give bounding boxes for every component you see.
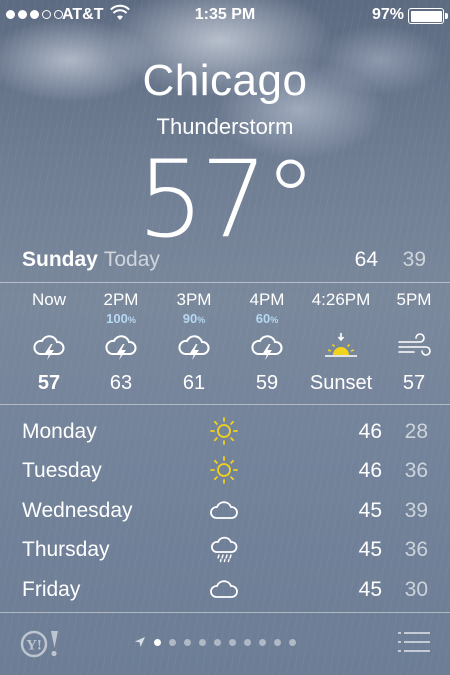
- hourly-time: 4:26PM: [311, 290, 371, 309]
- precip-value: 90: [182, 311, 198, 326]
- divider-middle: [0, 404, 450, 405]
- day-name: Friday: [22, 577, 81, 601]
- hourly-time: 2PM: [103, 290, 139, 309]
- page-dot[interactable]: [169, 638, 176, 646]
- precip-chance: [305, 312, 377, 328]
- hourly-value: 63: [109, 372, 133, 394]
- percent-sign: %: [127, 315, 136, 325]
- today-high: 64: [354, 248, 378, 271]
- precip-chance: 100%: [85, 312, 157, 328]
- hourly-item: Now 57: [13, 288, 85, 395]
- current-temperature: 57°: [0, 138, 450, 261]
- thunderstorm-icon: [103, 332, 139, 362]
- today-label: Today: [103, 248, 160, 271]
- page-dot[interactable]: [274, 638, 281, 646]
- hourly-value: Sunset: [309, 372, 373, 394]
- degree-symbol: °: [263, 138, 317, 261]
- hourly-item: 3PM 90% 61: [158, 288, 230, 395]
- day-low: 36: [404, 459, 428, 483]
- precip-chance: 60%: [231, 312, 303, 328]
- sun-icon: [208, 455, 240, 485]
- day-high: 46: [358, 420, 382, 443]
- hourly-time: 3PM: [176, 290, 212, 309]
- hourly-forecast[interactable]: Now 57 2PM 100% 63 3PM 90% 61 4PM 60% 59 4:26PM Suns…: [0, 288, 450, 400]
- day-high: 45: [358, 498, 382, 522]
- page-dot[interactable]: [154, 638, 161, 646]
- percent-sign: %: [197, 315, 206, 325]
- daily-forecast-list: Monday 46 28 Tuesday 46 36 Wednesday 45 39 Thursd…: [0, 412, 450, 609]
- day-low: 39: [404, 498, 428, 522]
- page-indicator[interactable]: [134, 636, 296, 648]
- current-condition: Thunderstorm: [156, 114, 294, 139]
- today-day-name: Sunday: [22, 248, 98, 271]
- thunderstorm-icon: [176, 332, 212, 362]
- day-low: 28: [404, 420, 428, 443]
- daily-row: Friday 45 30: [0, 570, 450, 609]
- precip-chance: [378, 312, 450, 328]
- status-bar: AT&T 1:35 PM 97%: [0, 0, 450, 32]
- precip-value: 100: [106, 311, 128, 326]
- temperature-value: 57: [137, 138, 268, 261]
- hourly-time: Now: [31, 290, 66, 309]
- hourly-value: 57: [37, 372, 61, 394]
- divider-top: [0, 282, 450, 283]
- thunderstorm-icon: [249, 332, 285, 362]
- daily-row: Thursday 45 36: [0, 530, 450, 569]
- day-name: Tuesday: [22, 459, 102, 483]
- hourly-item: 2PM 100% 63: [85, 288, 157, 395]
- day-low: 30: [404, 577, 428, 601]
- hourly-value: 61: [182, 372, 206, 394]
- location-arrow-icon: [135, 637, 145, 647]
- page-dot[interactable]: [184, 638, 191, 646]
- yahoo-logo[interactable]: Y!: [18, 628, 64, 658]
- divider-bottom: [0, 612, 450, 613]
- hourly-item: 4:26PM Sunset: [305, 288, 377, 395]
- city-name: Chicago: [142, 56, 308, 105]
- hourly-value: 59: [255, 372, 279, 394]
- precip-chance: 90%: [158, 312, 230, 328]
- battery-icon: [408, 8, 448, 24]
- today-summary-row: Sunday Today 64 39: [22, 248, 432, 276]
- sun-icon: [208, 416, 240, 446]
- daily-row: Wednesday 45 39: [0, 491, 450, 530]
- day-name: Thursday: [22, 538, 110, 562]
- thunderstorm-icon: [31, 332, 67, 362]
- sunset-icon: [323, 332, 359, 362]
- page-dot[interactable]: [259, 638, 266, 646]
- today-low: 39: [402, 248, 426, 271]
- page-dot[interactable]: [229, 638, 236, 646]
- hourly-item: 4PM 60% 59: [231, 288, 303, 395]
- percent-sign: %: [270, 315, 279, 325]
- cloud-icon: [208, 495, 240, 525]
- day-low: 36: [404, 538, 428, 562]
- list-view-icon[interactable]: [398, 630, 430, 654]
- rain-icon: [208, 534, 240, 564]
- daily-row: Tuesday 46 36: [0, 451, 450, 490]
- day-high: 45: [358, 538, 382, 562]
- precip-value: 60: [255, 311, 271, 326]
- page-dot[interactable]: [199, 638, 206, 646]
- day-name: Wednesday: [22, 498, 133, 522]
- page-dot[interactable]: [289, 638, 296, 646]
- day-high: 45: [358, 577, 382, 601]
- hourly-time: 5PM: [396, 290, 432, 309]
- precip-chance: [13, 312, 85, 328]
- page-dot[interactable]: [244, 638, 251, 646]
- hourly-item: 5PM 57: [378, 288, 450, 395]
- hourly-value: 57: [402, 372, 426, 394]
- page-dot[interactable]: [214, 638, 221, 646]
- hourly-time: 4PM: [249, 290, 285, 309]
- day-name: Monday: [22, 420, 97, 443]
- battery-percentage: 97%: [371, 6, 404, 23]
- svg-text:Y!: Y!: [26, 638, 42, 654]
- cloud-icon: [208, 574, 240, 604]
- day-high: 46: [358, 459, 382, 483]
- wind-icon: [396, 332, 432, 362]
- daily-row: Monday 46 28: [0, 412, 450, 451]
